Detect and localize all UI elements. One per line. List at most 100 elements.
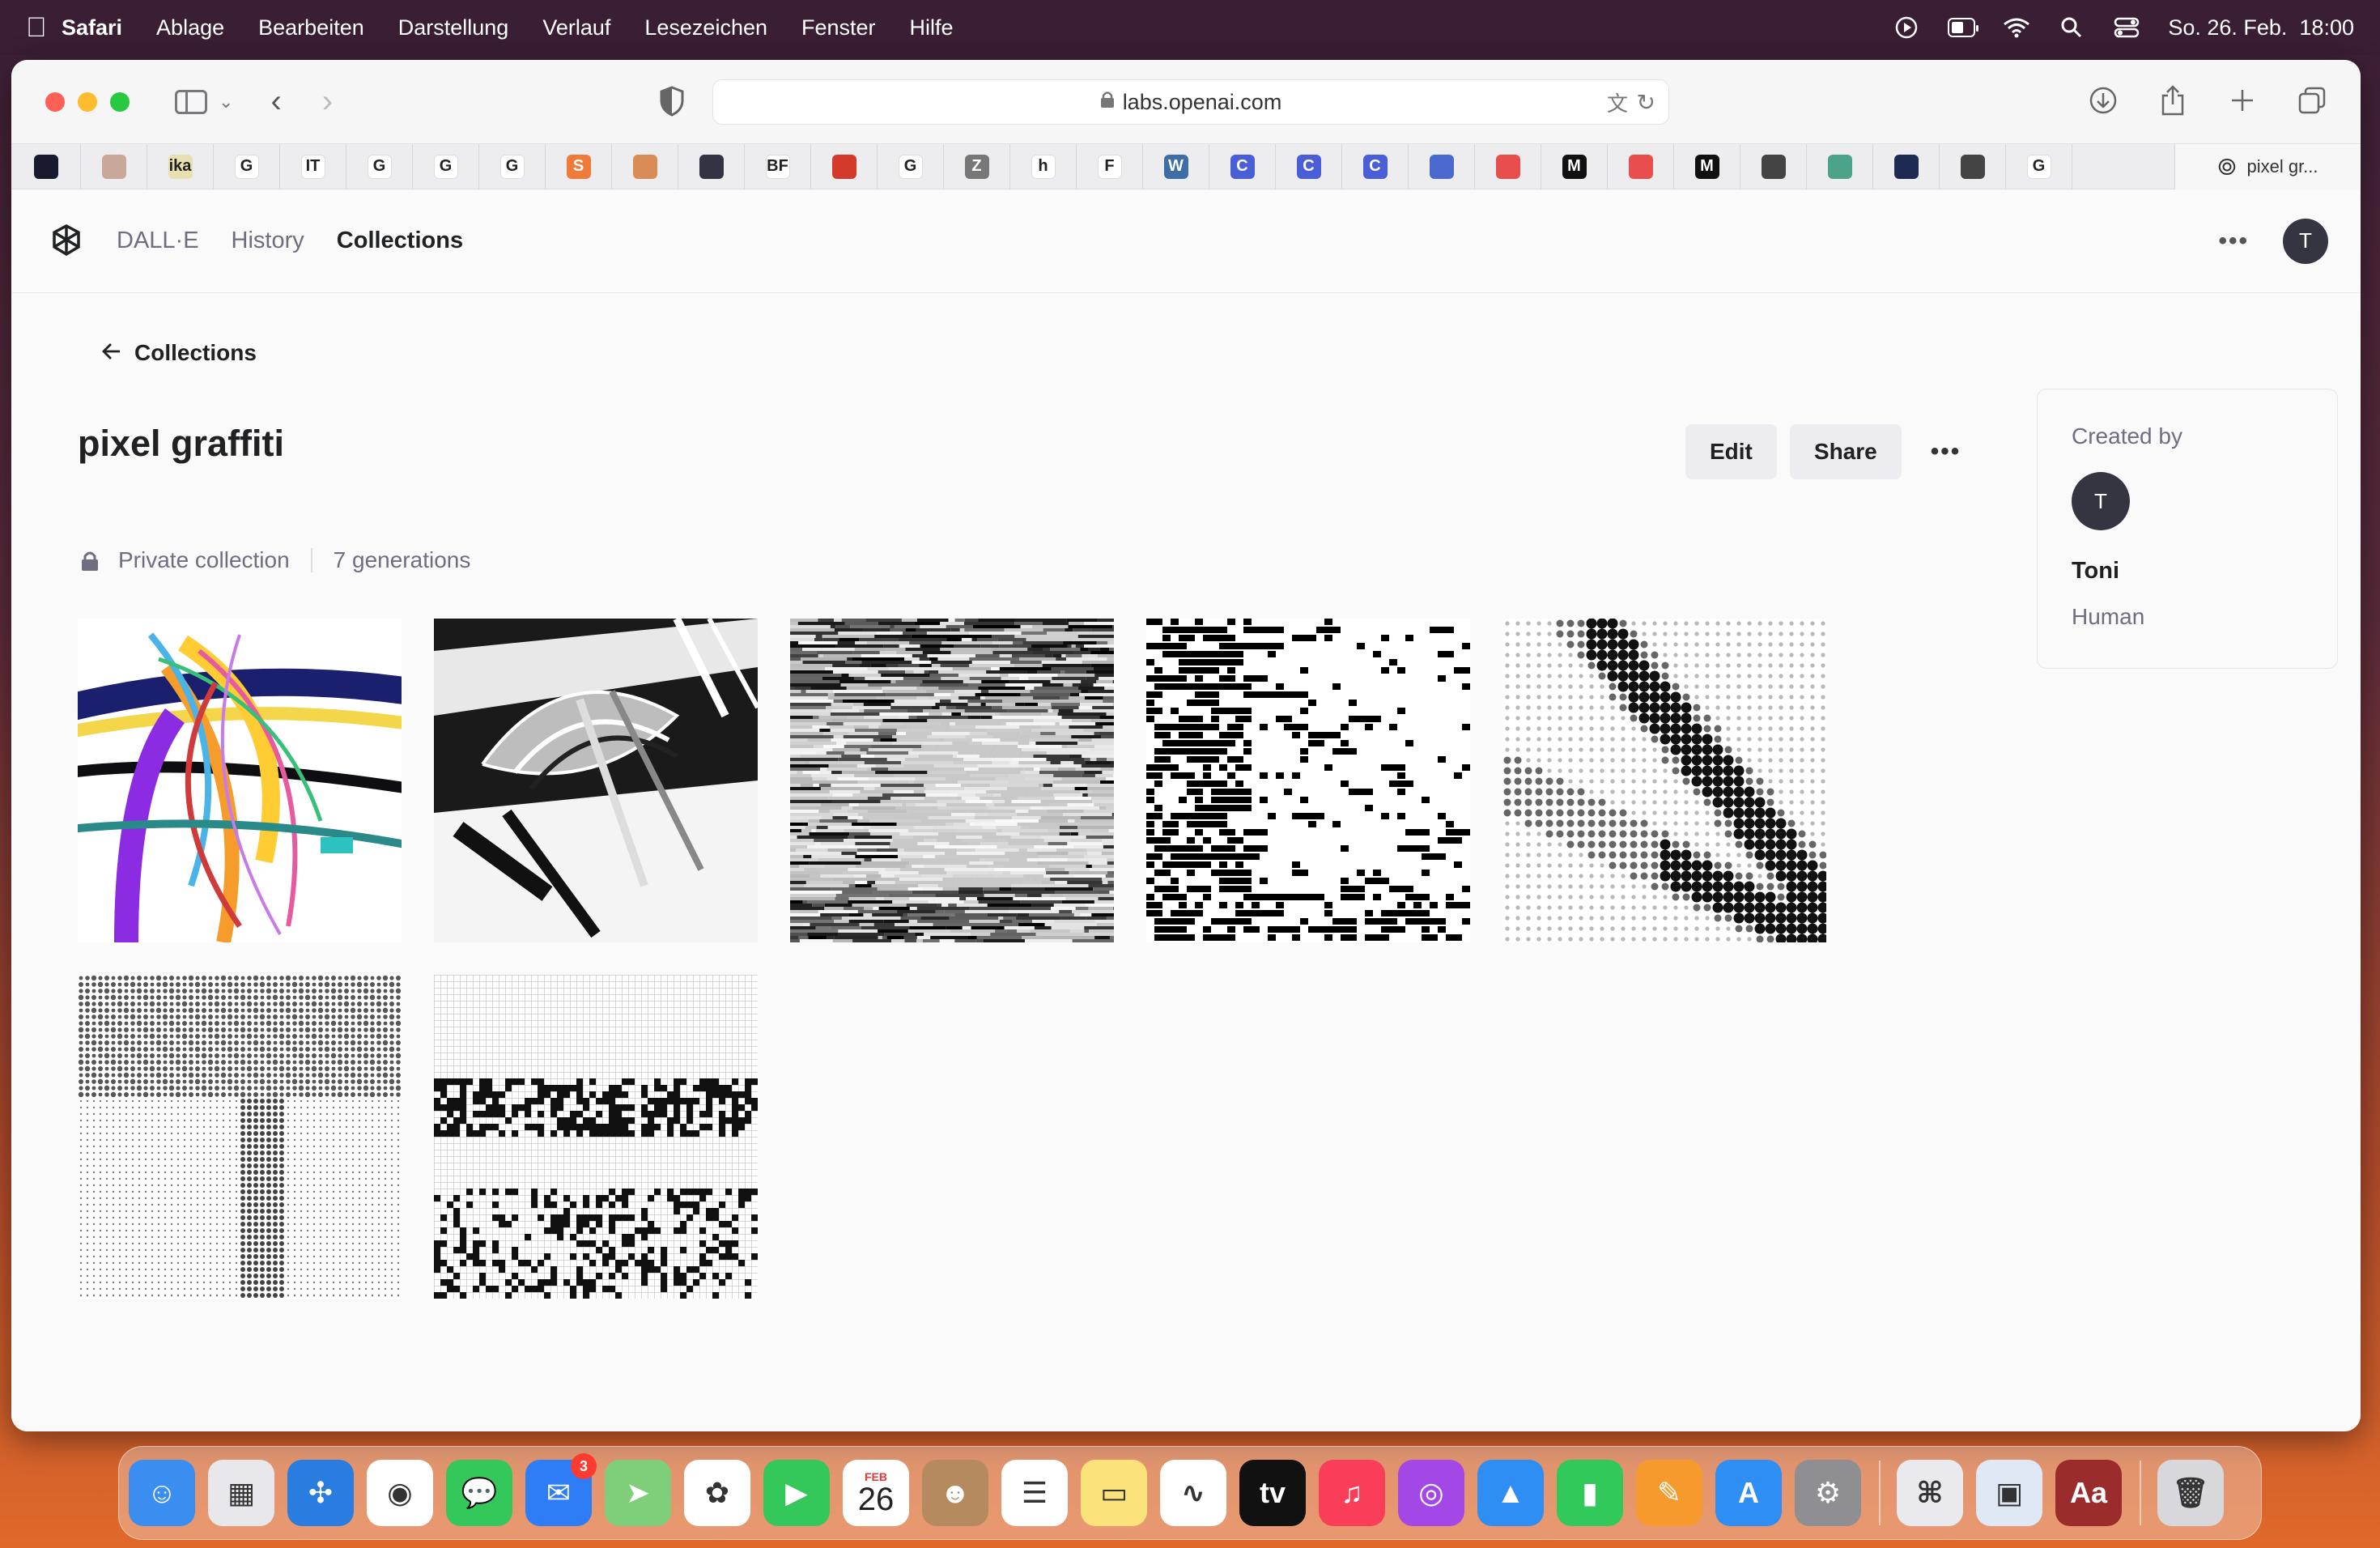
pinned-tab-16[interactable]: h [1010, 143, 1077, 189]
dock-maps-icon[interactable]: ➤ [605, 1460, 671, 1526]
pinned-tab-10[interactable] [612, 143, 678, 189]
dock-photos-icon[interactable]: ✿ [684, 1460, 750, 1526]
pinned-tab-23[interactable] [1475, 143, 1541, 189]
dock-music-icon[interactable]: ♫ [1319, 1460, 1385, 1526]
dock-podcasts-icon[interactable]: ◎ [1398, 1460, 1464, 1526]
creator-name[interactable]: Toni [2072, 558, 2303, 585]
pinned-tab-21[interactable]: C [1342, 143, 1409, 189]
apple-menu-icon[interactable]:  [26, 12, 62, 44]
close-window-button[interactable] [45, 91, 65, 112]
menu-darstellung[interactable]: Darstellung [398, 15, 509, 40]
pinned-tab-6[interactable]: G [346, 143, 413, 189]
sidebar-toggle-icon[interactable] [175, 89, 207, 114]
menu-app-name[interactable]: Safari [62, 15, 122, 40]
dock-mail-icon[interactable]: ✉ 3 [525, 1453, 597, 1526]
share-icon[interactable] [2157, 84, 2189, 117]
generation-thumbnail-1[interactable] [78, 619, 402, 942]
pinned-tab-26[interactable]: M [1674, 143, 1740, 189]
pinned-tab-1[interactable] [11, 143, 81, 189]
pinned-tab-2[interactable] [81, 143, 147, 189]
generation-thumbnail-4[interactable] [1146, 619, 1470, 942]
menu-bearbeiten[interactable]: Bearbeiten [258, 15, 364, 40]
pinned-tab-12[interactable]: BF [745, 143, 811, 189]
dock-messages-icon[interactable]: 💬 [446, 1460, 512, 1526]
menu-hilfe[interactable]: Hilfe [910, 15, 954, 40]
pinned-tab-8[interactable]: G [479, 143, 546, 189]
dock-trash-icon[interactable]: 🗑 [2157, 1460, 2224, 1526]
generation-thumbnail-5[interactable] [1502, 619, 1826, 942]
generation-thumbnail-2[interactable] [434, 619, 758, 942]
pinned-tab-3[interactable]: ika [147, 143, 214, 189]
menu-ablage[interactable]: Ablage [156, 15, 224, 40]
forward-arrow-icon[interactable]: › [322, 83, 333, 120]
dock-automator-icon[interactable]: ⌘ [1897, 1460, 1963, 1526]
downloads-icon[interactable] [2087, 84, 2119, 117]
spotlight-search-icon[interactable] [2058, 16, 2085, 39]
nav-collections[interactable]: Collections [337, 228, 463, 254]
dock-calendar-icon[interactable]: FEB 26 [843, 1460, 909, 1526]
pinned-tab-20[interactable]: C [1276, 143, 1342, 189]
openai-logo-icon[interactable] [47, 222, 86, 261]
menubar-clock[interactable]: So. 26. Feb. 18:00 [2168, 15, 2354, 40]
edit-button[interactable]: Edit [1685, 424, 1777, 479]
active-tab[interactable]: pixel gr... [2174, 144, 2361, 189]
share-button[interactable]: Share [1789, 424, 1902, 479]
dock-keynote-icon[interactable]: ▲ [1477, 1460, 1544, 1526]
pinned-tab-15[interactable]: Z [944, 143, 1010, 189]
privacy-shield-icon[interactable] [659, 86, 685, 117]
now-playing-icon[interactable] [1893, 16, 1920, 39]
dock-chrome-icon[interactable]: ◉ [367, 1460, 433, 1526]
more-options-icon[interactable]: ••• [2218, 228, 2249, 255]
dock-pages-icon[interactable]: ✎ [1636, 1460, 1702, 1526]
dock-launchpad-icon[interactable]: ▦ [208, 1460, 274, 1526]
control-center-icon[interactable] [2113, 16, 2140, 39]
pinned-tab-11[interactable] [678, 143, 745, 189]
pinned-tab-9[interactable]: S [546, 143, 612, 189]
user-avatar[interactable]: T [2283, 218, 2328, 264]
pinned-tab-4[interactable]: G [214, 143, 280, 189]
battery-icon[interactable] [1948, 16, 1979, 39]
pinned-tab-30[interactable] [1940, 143, 2006, 189]
pinned-tab-22[interactable] [1409, 143, 1475, 189]
menu-fenster[interactable]: Fenster [801, 15, 876, 40]
pinned-tab-25[interactable] [1608, 143, 1674, 189]
pinned-tab-24[interactable]: M [1541, 143, 1608, 189]
dock-preview-icon[interactable]: ▣ [1976, 1460, 2042, 1526]
minimize-window-button[interactable] [78, 91, 97, 112]
dock-safari-icon[interactable]: ✣ [287, 1460, 354, 1526]
nav-dalle[interactable]: DALL·E [117, 228, 199, 254]
creator-avatar[interactable]: T [2072, 472, 2130, 530]
pinned-tab-17[interactable]: F [1077, 143, 1143, 189]
pinned-tab-27[interactable] [1740, 143, 1807, 189]
menu-verlauf[interactable]: Verlauf [542, 15, 610, 40]
pinned-tab-19[interactable]: C [1209, 143, 1276, 189]
chevron-down-icon[interactable]: ⌄ [219, 91, 233, 113]
dock-numbers-icon[interactable]: ▮ [1557, 1460, 1623, 1526]
dock-finder-icon[interactable]: ☺ [129, 1460, 195, 1526]
dock-reminders-icon[interactable]: ☰ [1001, 1460, 1068, 1526]
translate-icon[interactable]: 文 [1607, 87, 1628, 117]
pinned-tab-14[interactable]: G [878, 143, 944, 189]
pinned-tab-31[interactable]: G [2006, 143, 2072, 189]
wifi-icon[interactable] [2003, 16, 2030, 39]
pinned-tab-13[interactable] [811, 143, 878, 189]
back-to-collections-link[interactable]: Collections [102, 340, 257, 366]
pinned-tab-7[interactable]: G [413, 143, 479, 189]
back-arrow-icon[interactable]: ‹ [270, 83, 281, 120]
dock-contacts-icon[interactable]: ☻ [922, 1460, 988, 1526]
dock-facetime-icon[interactable]: ▶ [763, 1460, 830, 1526]
pinned-tab-29[interactable] [1873, 143, 1940, 189]
dock-appstore-icon[interactable]: A [1715, 1460, 1782, 1526]
address-bar[interactable]: labs.openai.com 文 ↻ [712, 79, 1669, 125]
pinned-tab-28[interactable] [1807, 143, 1873, 189]
pinned-tab-18[interactable]: W [1143, 143, 1209, 189]
generation-thumbnail-6[interactable] [78, 975, 402, 1299]
tab-overview-icon[interactable] [2296, 84, 2328, 117]
new-tab-icon[interactable] [2226, 84, 2259, 117]
collection-more-icon[interactable]: ••• [1931, 438, 1961, 466]
dock-notes-icon[interactable]: ▭ [1081, 1460, 1147, 1526]
pinned-tab-5[interactable]: IT [280, 143, 346, 189]
generation-thumbnail-3[interactable] [790, 619, 1114, 942]
dock-tv-icon[interactable]: tv [1239, 1460, 1306, 1526]
menu-lesezeichen[interactable]: Lesezeichen [644, 15, 767, 40]
